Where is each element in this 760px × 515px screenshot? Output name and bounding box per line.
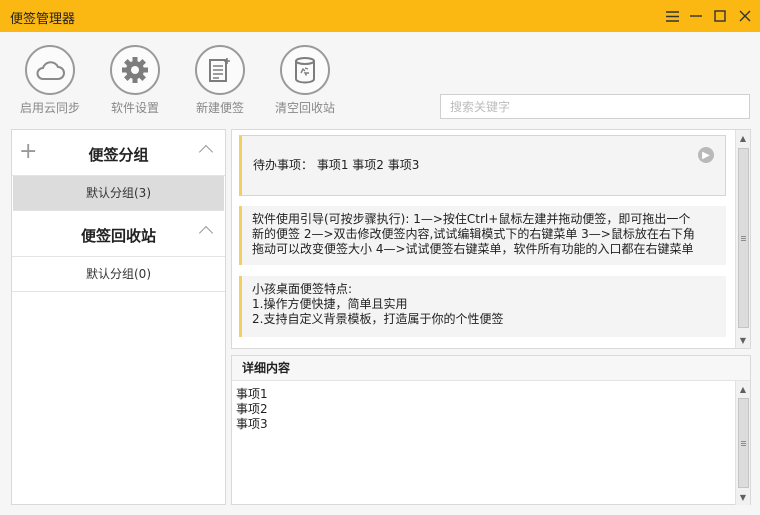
scroll-up-arrow-icon[interactable]: ▲ <box>736 131 750 145</box>
window-title: 便签管理器 <box>10 12 76 27</box>
close-icon[interactable] <box>735 6 755 26</box>
scroll-up-arrow-icon[interactable]: ▲ <box>736 382 750 396</box>
software-settings-label: 软件设置 <box>110 101 159 115</box>
note-text-line: 小孩桌面便签特点: <box>252 282 353 296</box>
minimize-icon[interactable] <box>686 6 706 26</box>
new-note-button[interactable]: 新建便签 <box>180 45 260 116</box>
new-note-label: 新建便签 <box>195 101 244 115</box>
recycle-bin-group-title: 便签回收站 <box>80 227 156 245</box>
recycle-bin-group-header[interactable]: 便签回收站 <box>12 211 225 257</box>
enable-cloud-sync-label: 启用云同步 <box>19 101 80 115</box>
note-text-line: 软件使用引导(可按步骤执行): 1—>按住Ctrl+鼠标左建并拖动便签，即可拖出… <box>252 212 691 226</box>
detail-title: 详细内容 <box>232 356 750 381</box>
note-text-line: 2.支持自定义背景模板，打造属于你的个性便签 <box>252 312 504 326</box>
sidebar-item-default-group[interactable]: 默认分组(3) <box>13 176 224 211</box>
new-note-icon <box>195 45 245 95</box>
search-input[interactable] <box>440 94 750 119</box>
notes-group-header[interactable]: + 便签分组 <box>12 130 225 176</box>
note-text-line: 新的便签 2—>双击修改便签内容,试试编辑模式下的右键菜单 3—>鼠标放在右下角 <box>252 227 695 241</box>
scroll-down-arrow-icon[interactable]: ▼ <box>736 333 750 347</box>
note-text: 待办事项： 事项1 事项2 事项3 <box>253 158 420 172</box>
detail-scrollbar[interactable]: ▲ ▼ <box>735 381 750 505</box>
note-text-line: 1.操作方便快捷，简单且实用 <box>252 297 408 311</box>
grip-icon <box>741 235 746 241</box>
note-card[interactable]: 小孩桌面便签特点: 1.操作方便快捷，简单且实用 2.支持自定义背景模板，打造属… <box>239 276 726 337</box>
note-card[interactable]: 待办事项： 事项1 事项2 事项3 ▶ <box>239 135 726 196</box>
detail-line: 事项1 <box>236 387 268 401</box>
empty-recycle-bin-label: 清空回收站 <box>274 101 335 115</box>
notes-group-title: 便签分组 <box>88 146 149 164</box>
detail-line: 事项2 <box>236 402 268 416</box>
recycle-bin-icon <box>280 45 330 95</box>
detail-line: 事项3 <box>236 417 268 431</box>
cloud-icon <box>25 45 75 95</box>
detail-panel: 详细内容 事项1 事项2 事项3 ▲ ▼ <box>231 355 751 505</box>
gear-icon <box>110 45 160 95</box>
scroll-thumb[interactable] <box>738 148 749 328</box>
note-list: 待办事项： 事项1 事项2 事项3 ▶ 软件使用引导(可按步骤执行): 1—>按… <box>231 129 751 349</box>
note-card[interactable]: 软件使用引导(可按步骤执行): 1—>按住Ctrl+鼠标左建并拖动便签，即可拖出… <box>239 206 726 265</box>
menu-icon[interactable] <box>662 6 682 26</box>
sidebar-item-recycle-default-group[interactable]: 默认分组(0) <box>12 257 225 292</box>
enable-cloud-sync-button[interactable]: 启用云同步 <box>10 45 90 116</box>
scroll-down-arrow-icon[interactable]: ▼ <box>736 490 750 504</box>
software-settings-button[interactable]: 软件设置 <box>95 45 175 116</box>
detail-content[interactable]: 事项1 事项2 事项3 <box>232 381 735 504</box>
empty-recycle-bin-button[interactable]: 清空回收站 <box>265 45 345 116</box>
toolbar: 启用云同步 软件设置 新建便签 清空回收站 搜索关键字 <box>0 32 760 122</box>
grip-icon <box>741 440 746 446</box>
scroll-thumb[interactable] <box>738 398 749 488</box>
group-sidebar: + 便签分组 默认分组(3) 便签回收站 默认分组(0) <box>11 129 226 505</box>
note-text-line: 拖动可以改变便签大小 4—>试试便签右键菜单，软件所有功能的入口都在右键菜单 <box>252 242 694 256</box>
note-list-scrollbar[interactable]: ▲ ▼ <box>735 130 750 348</box>
title-bar: 便签管理器 <box>0 0 760 32</box>
maximize-icon[interactable] <box>710 6 730 26</box>
arrow-right-icon[interactable]: ▶ <box>698 147 714 163</box>
